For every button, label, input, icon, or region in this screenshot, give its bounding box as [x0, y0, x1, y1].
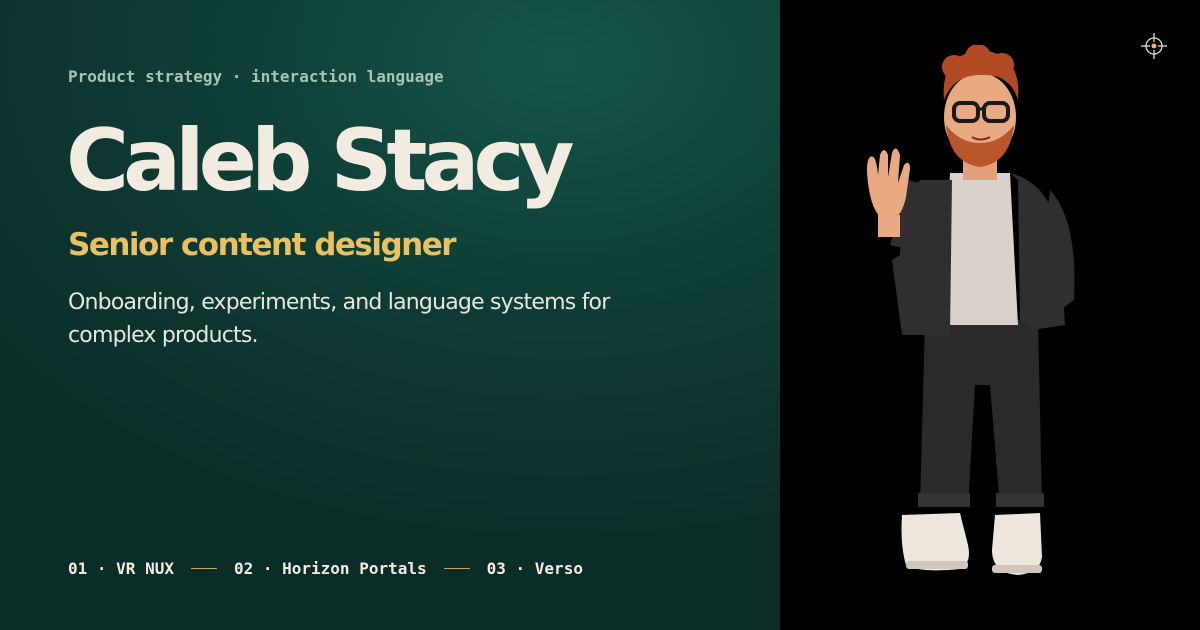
role-title: Senior content designer [68, 227, 457, 263]
description: Onboarding, experiments, and language sy… [68, 290, 610, 348]
project-item: 01 · VR NUX [68, 559, 174, 578]
project-item: 03 · Verso [486, 559, 583, 578]
person-name: Caleb Stacy [66, 111, 575, 211]
project-list: 01 · VR NUX 02 · Horizon Portals 03 · Ve… [68, 559, 583, 578]
crosshair-icon [1141, 33, 1167, 59]
project-item: 02 · Horizon Portals [233, 559, 427, 578]
avatar-illustration [867, 45, 1075, 575]
social-card: Product strategy · interaction language … [0, 0, 1200, 630]
divider [443, 568, 470, 569]
eyebrow-text: Product strategy · interaction language [68, 67, 444, 86]
left-panel: Product strategy · interaction language … [0, 0, 780, 630]
divider [190, 568, 217, 569]
